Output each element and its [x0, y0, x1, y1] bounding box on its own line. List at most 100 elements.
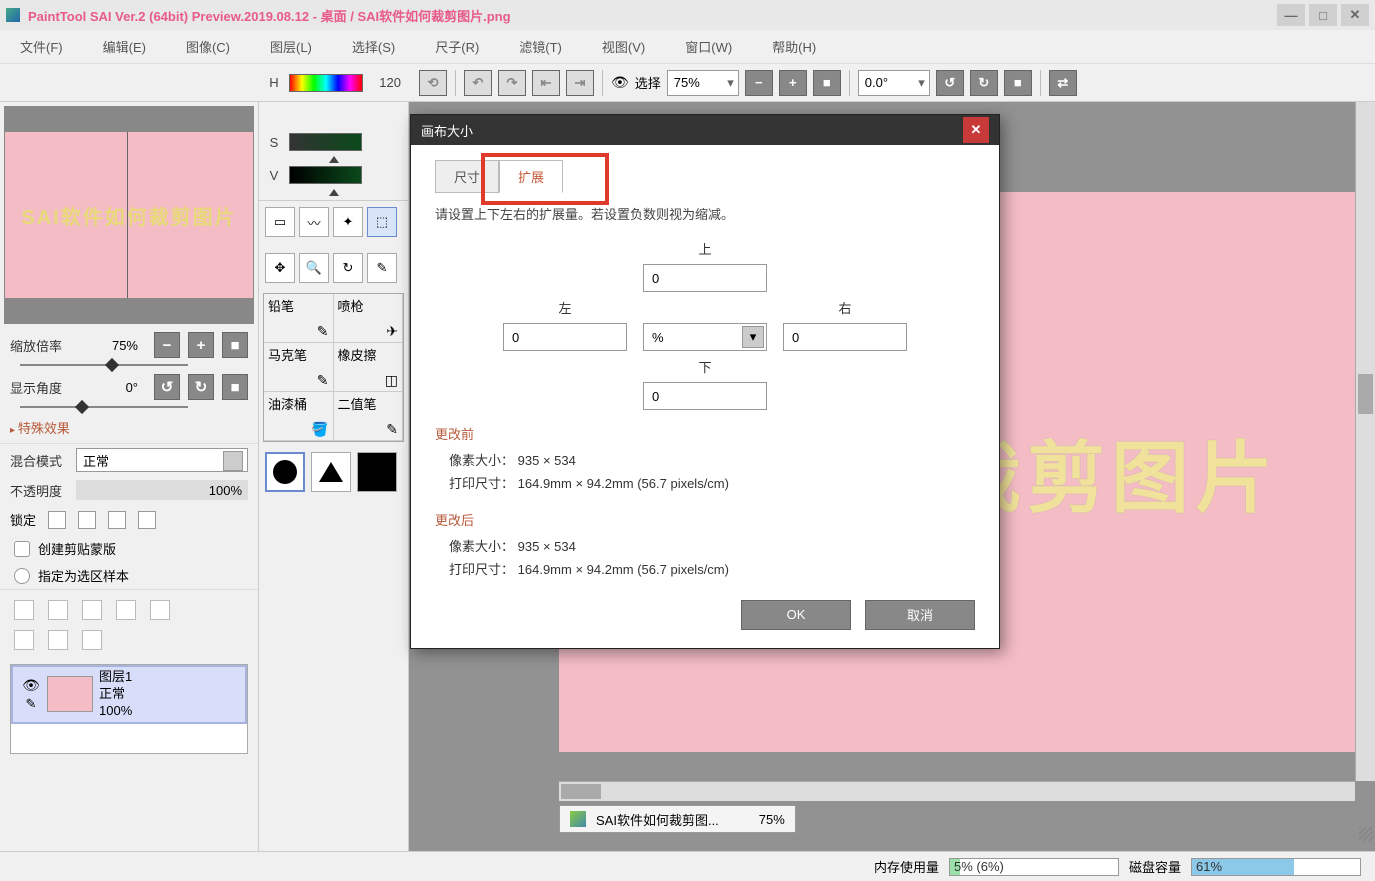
- undo-button[interactable]: ↶: [464, 70, 492, 96]
- shape-triangle[interactable]: [311, 452, 351, 492]
- clear-layer-icon[interactable]: [14, 630, 34, 650]
- menu-file[interactable]: 文件(F): [20, 37, 63, 56]
- top-input[interactable]: [643, 264, 767, 292]
- layer-item[interactable]: ✎ 图层1 正常 100%: [11, 665, 247, 724]
- nav-zoom-out[interactable]: −: [154, 332, 180, 358]
- merge-down-icon[interactable]: [48, 630, 68, 650]
- menu-select[interactable]: 选择(S): [352, 37, 395, 56]
- disk-label: 磁盘容量: [1129, 857, 1181, 876]
- mask-icon[interactable]: [116, 600, 136, 620]
- tab-size[interactable]: 尺寸: [435, 160, 499, 193]
- minimize-button[interactable]: —: [1277, 4, 1305, 26]
- v-channel-label: V: [267, 168, 281, 183]
- brush-airbrush[interactable]: 喷枪✈: [334, 294, 404, 342]
- disk-bar: 61%: [1191, 858, 1361, 876]
- maximize-button[interactable]: □: [1309, 4, 1337, 26]
- layer-visibility-icon[interactable]: [17, 677, 45, 694]
- brush-binary[interactable]: 二值笔✎: [334, 392, 404, 440]
- shape-square[interactable]: [357, 452, 397, 492]
- history-back-button[interactable]: ⇤: [532, 70, 560, 96]
- layer-edit-icon[interactable]: ✎: [17, 696, 45, 712]
- dialog-close-button[interactable]: ✕: [963, 117, 989, 143]
- effects-header[interactable]: 特殊效果: [0, 412, 258, 444]
- window-title: PaintTool SAI Ver.2 (64bit) Preview.2019…: [28, 6, 511, 25]
- hue-slider[interactable]: [289, 74, 363, 92]
- zoom-reset-button[interactable]: ■: [813, 70, 841, 96]
- history-fwd-button[interactable]: ⇥: [566, 70, 594, 96]
- stabilizer-button[interactable]: ⟲: [419, 70, 447, 96]
- redo-button[interactable]: ↷: [498, 70, 526, 96]
- new-layer-icon[interactable]: [14, 600, 34, 620]
- menu-image[interactable]: 图像(C): [186, 37, 230, 56]
- flip-button[interactable]: ⇄: [1049, 70, 1077, 96]
- marquee-tool[interactable]: ▭: [265, 207, 295, 237]
- sat-slider[interactable]: [289, 133, 362, 151]
- nav-zoom-in[interactable]: +: [188, 332, 214, 358]
- sel-sample-radio[interactable]: [14, 568, 30, 584]
- wand-tool[interactable]: ✦: [333, 207, 363, 237]
- resize-grip-icon[interactable]: [1359, 827, 1373, 841]
- delete-layer-icon[interactable]: [82, 630, 102, 650]
- shape-circle[interactable]: [265, 452, 305, 492]
- brush-pencil[interactable]: 铅笔✎: [264, 294, 334, 342]
- horizontal-scrollbar[interactable]: [559, 781, 1355, 801]
- lock-none-icon[interactable]: [48, 511, 66, 529]
- lock-all-icon[interactable]: [138, 511, 156, 529]
- menu-window[interactable]: 窗口(W): [685, 37, 732, 56]
- app-logo-icon: [6, 8, 20, 22]
- zoom-slider[interactable]: [20, 364, 188, 366]
- new-linework-icon[interactable]: [48, 600, 68, 620]
- clip-mask-checkbox[interactable]: [14, 541, 30, 557]
- new-folder-icon[interactable]: [82, 600, 102, 620]
- menu-filter[interactable]: 滤镜(T): [519, 37, 562, 56]
- tool-panel: S V ▭ 〰 ✦ ⬚ ✥ 🔍 ↻ ✎ 铅笔✎ 喷枪✈ 马克笔✎ 橡皮擦◫: [259, 102, 409, 851]
- close-button[interactable]: ✕: [1341, 4, 1369, 26]
- opacity-slider[interactable]: 100%: [76, 480, 248, 500]
- brush-marker[interactable]: 马克笔✎: [264, 343, 334, 391]
- menu-view[interactable]: 视图(V): [602, 37, 645, 56]
- unit-combo[interactable]: %▾: [643, 323, 767, 351]
- rotate-cw-button[interactable]: ↻: [970, 70, 998, 96]
- zoom-combo[interactable]: 75%: [667, 70, 739, 96]
- angle-combo[interactable]: 0.0°: [858, 70, 930, 96]
- bottom-input[interactable]: [643, 382, 767, 410]
- menu-layer[interactable]: 图层(L): [270, 37, 312, 56]
- nav-rot-cw[interactable]: ↻: [188, 374, 214, 400]
- nav-rot-reset[interactable]: ■: [222, 374, 248, 400]
- canvas-size-dialog: 画布大小 ✕ 尺寸 扩展 请设置上下左右的扩展量。若设置负数则视为缩减。 上 左…: [410, 114, 1000, 649]
- lasso-tool[interactable]: 〰: [299, 207, 329, 237]
- transfer-icon[interactable]: [150, 600, 170, 620]
- hand-tool[interactable]: ✥: [265, 253, 295, 283]
- rotate-tool[interactable]: ↻: [333, 253, 363, 283]
- blend-combo[interactable]: 正常: [76, 448, 248, 472]
- menu-ruler[interactable]: 尺子(R): [435, 37, 479, 56]
- left-input[interactable]: [503, 323, 627, 351]
- navigator[interactable]: SAI软件如何裁剪图片: [4, 106, 254, 324]
- layer-mode: 正常: [99, 686, 132, 703]
- brush-bucket[interactable]: 油漆桶🪣: [264, 392, 334, 440]
- nav-zoom-reset[interactable]: ■: [222, 332, 248, 358]
- rotate-reset-button[interactable]: ■: [1004, 70, 1032, 96]
- vertical-scrollbar[interactable]: [1355, 102, 1375, 781]
- lock-move-icon[interactable]: [108, 511, 126, 529]
- rotate-ccw-button[interactable]: ↺: [936, 70, 964, 96]
- document-tab[interactable]: SAI软件如何裁剪图... 75%: [559, 805, 796, 833]
- lock-pixel-icon[interactable]: [78, 511, 96, 529]
- tab-expand[interactable]: 扩展: [499, 160, 563, 193]
- zoom-out-button[interactable]: −: [745, 70, 773, 96]
- move-tool[interactable]: ⬚: [367, 207, 397, 237]
- right-input[interactable]: [783, 323, 907, 351]
- zoom-in-button[interactable]: +: [779, 70, 807, 96]
- brush-eraser[interactable]: 橡皮擦◫: [334, 343, 404, 391]
- val-slider[interactable]: [289, 166, 362, 184]
- nav-rot-ccw[interactable]: ↺: [154, 374, 180, 400]
- menu-edit[interactable]: 编辑(E): [103, 37, 146, 56]
- menu-help[interactable]: 帮助(H): [772, 37, 816, 56]
- h-channel-label: H: [267, 75, 281, 90]
- picker-tool[interactable]: ✎: [367, 253, 397, 283]
- ok-button[interactable]: OK: [741, 600, 851, 630]
- zoom-tool[interactable]: 🔍: [299, 253, 329, 283]
- cancel-button[interactable]: 取消: [865, 600, 975, 630]
- dialog-titlebar[interactable]: 画布大小 ✕: [411, 115, 999, 145]
- angle-slider[interactable]: [20, 406, 188, 408]
